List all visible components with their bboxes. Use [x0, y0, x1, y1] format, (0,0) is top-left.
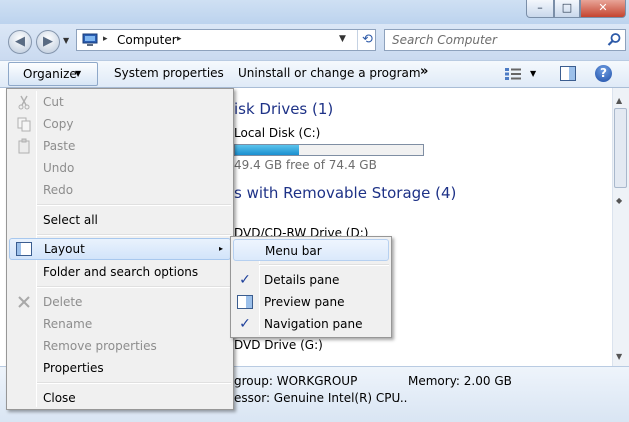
menu-separator: [37, 234, 231, 236]
menu-item-delete[interactable]: Delete: [9, 291, 231, 313]
menu-item-label: Undo: [43, 161, 75, 175]
menu-item-cut[interactable]: Cut: [9, 91, 231, 113]
minimize-button[interactable]: –: [526, 0, 554, 18]
search-icon[interactable]: [606, 32, 622, 48]
menu-item-undo[interactable]: Undo: [9, 157, 231, 179]
layout-submenu: Menu bar ✓ Details pane Preview pane ✓ N…: [230, 236, 392, 338]
scroll-up-arrow[interactable]: ▲: [616, 96, 622, 105]
scrollbar-thumb[interactable]: [614, 108, 627, 188]
close-window-button[interactable]: ✕: [580, 0, 626, 18]
breadcrumb-separator[interactable]: ▸: [177, 34, 182, 44]
processor-ellipsis: ...: [396, 391, 408, 405]
scroll-down-arrow[interactable]: ▼: [616, 352, 622, 361]
menu-item-label: Select all: [43, 213, 98, 227]
chevron-down-icon: ▼: [75, 69, 82, 78]
submenu-item-details-pane[interactable]: ✓ Details pane: [233, 269, 389, 291]
uninstall-program-button[interactable]: Uninstall or change a program: [238, 66, 421, 80]
checkmark-icon: ✓: [239, 316, 251, 332]
submenu-item-label: Details pane: [264, 273, 340, 287]
menu-item-rename[interactable]: Rename: [9, 313, 231, 335]
system-properties-button[interactable]: System properties: [114, 66, 224, 80]
menu-item-label: Paste: [43, 139, 76, 153]
group-header-hard-disk-drives[interactable]: isk Drives (1): [234, 100, 333, 118]
group-header-removable-storage[interactable]: s with Removable Storage (4): [234, 184, 456, 202]
submenu-item-menu-bar[interactable]: Menu bar: [233, 239, 389, 261]
menu-item-label: Redo: [43, 183, 74, 197]
views-dropdown-icon[interactable]: ▼: [530, 69, 536, 78]
preview-pane-icon[interactable]: [560, 66, 576, 81]
maximize-button[interactable]: □: [554, 0, 580, 18]
menu-item-redo[interactable]: Redo: [9, 179, 231, 201]
menu-item-layout[interactable]: Layout ▸: [9, 238, 231, 260]
submenu-item-label: Navigation pane: [264, 317, 363, 331]
organize-menu: Cut Copy Paste Undo Redo Select all Layo…: [6, 88, 234, 410]
organize-label: Organize: [23, 67, 77, 81]
submenu-arrow-icon: ▸: [219, 244, 224, 253]
menu-item-remove-properties[interactable]: Remove properties: [9, 335, 231, 357]
menu-separator: [37, 204, 231, 206]
back-button[interactable]: ◀: [8, 30, 32, 54]
menu-item-label: Cut: [43, 95, 64, 109]
layout-icon: [16, 242, 32, 256]
menu-item-label: Delete: [43, 295, 83, 309]
clipboard-icon: [18, 138, 30, 154]
computer-icon: [82, 33, 98, 46]
submenu-item-label: Menu bar: [265, 244, 322, 258]
address-dropdown[interactable]: ▼: [339, 34, 346, 44]
menu-item-folder-options[interactable]: Folder and search options: [9, 261, 231, 283]
recent-pages-dropdown[interactable]: ▼: [63, 36, 69, 45]
disk-usage-bar: [234, 144, 424, 156]
organize-button[interactable]: Organize ▼: [8, 62, 98, 86]
scroll-marker-icon: ◆: [616, 196, 623, 205]
menu-item-label: Remove properties: [43, 339, 157, 353]
menu-item-label: Properties: [43, 361, 104, 375]
forward-button[interactable]: ▶: [36, 30, 60, 54]
menu-item-select-all[interactable]: Select all: [9, 209, 231, 231]
breadcrumb-computer[interactable]: Computer: [117, 33, 177, 47]
search-input[interactable]: [392, 32, 592, 48]
checkmark-icon: ✓: [239, 272, 251, 288]
menu-item-close[interactable]: Close: [9, 387, 231, 409]
breadcrumb-separator[interactable]: ▸: [103, 34, 108, 44]
copy-icon: [17, 117, 31, 132]
menu-item-label: Rename: [43, 317, 93, 331]
submenu-item-label: Preview pane: [264, 295, 345, 309]
menu-item-paste[interactable]: Paste: [9, 135, 231, 157]
menu-item-label: Folder and search options: [43, 265, 199, 279]
more-commands-button[interactable]: »: [420, 64, 428, 79]
drive-dvd-g[interactable]: DVD Drive (G:): [234, 338, 323, 352]
menu-separator: [259, 264, 389, 266]
submenu-item-navigation-pane[interactable]: ✓ Navigation pane: [233, 313, 389, 335]
menu-item-label: Layout: [44, 242, 85, 256]
workgroup-info: group: WORKGROUP: [234, 374, 358, 388]
drive-local-disk-c[interactable]: Local Disk (C:): [234, 126, 320, 140]
disk-usage-fill: [235, 145, 299, 155]
delete-icon: [18, 296, 30, 308]
scissors-icon: [18, 95, 30, 110]
preview-pane-icon: [237, 295, 253, 309]
menu-item-label: Close: [43, 391, 76, 405]
submenu-item-preview-pane[interactable]: Preview pane: [233, 291, 389, 313]
menu-separator: [37, 382, 231, 384]
refresh-button[interactable]: ⟲: [357, 30, 377, 50]
search-box[interactable]: [384, 29, 626, 51]
processor-info: essor: Genuine Intel(R) CPU: [234, 391, 401, 405]
menu-item-copy[interactable]: Copy: [9, 113, 231, 135]
help-icon[interactable]: ?: [595, 65, 612, 82]
views-icon[interactable]: [504, 67, 522, 81]
menu-separator: [37, 286, 231, 288]
address-bar[interactable]: ▸ Computer ▸ ▼ ⟲: [76, 29, 376, 51]
menu-item-label: Copy: [43, 117, 74, 131]
free-space-label: 49.4 GB free of 74.4 GB: [234, 158, 377, 172]
memory-info: Memory: 2.00 GB: [408, 374, 512, 388]
menu-item-properties[interactable]: Properties: [9, 357, 231, 379]
